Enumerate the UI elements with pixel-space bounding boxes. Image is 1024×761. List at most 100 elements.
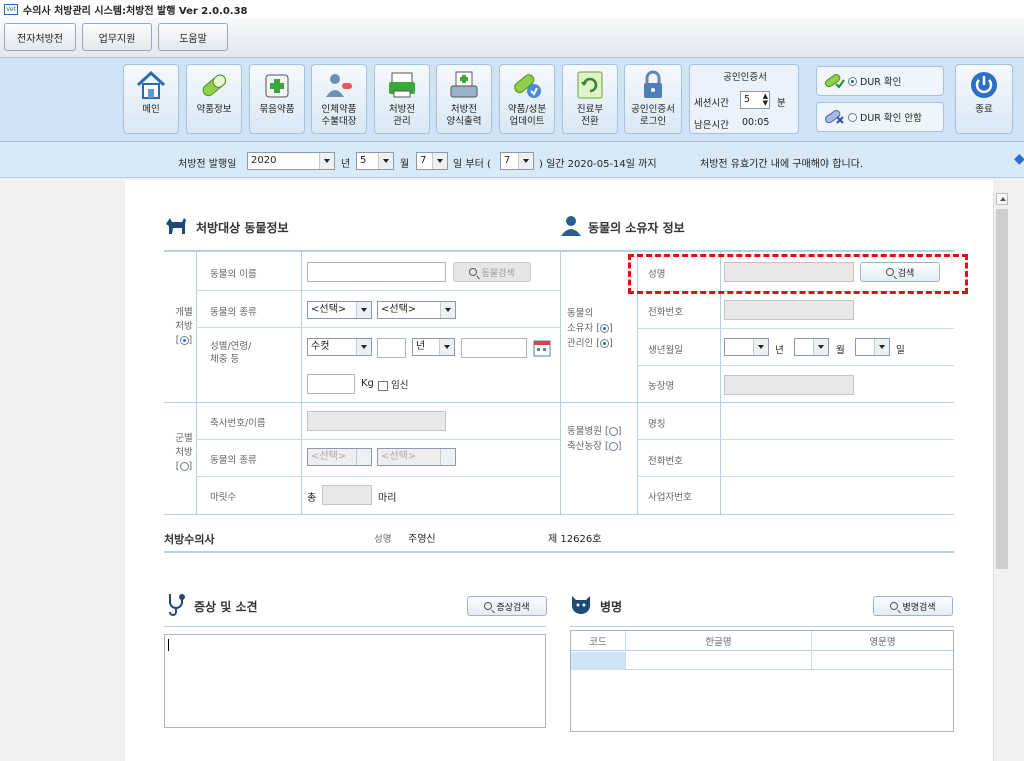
chevron-down-icon [818,345,824,349]
menu-work-support[interactable]: 업무지원 [82,23,152,51]
sex-select[interactable]: 수컷 [307,338,372,356]
birth-month-select[interactable] [794,338,829,356]
vet-name: 주영신 [408,534,436,545]
owner-manager-option[interactable]: 동물의 소유자 [] 관리인 [] [567,306,613,351]
toolbar-prescription-manage-button[interactable]: 처방전 관리 [374,64,430,134]
toolbar-chart-convert-button[interactable]: 진료부 전환 [562,64,618,134]
toolbar-main-button[interactable]: 메인 [123,64,179,134]
collapse-arrow-icon[interactable]: ◆ [1014,151,1024,167]
cert-title: 공인인증서 [723,72,767,83]
chevron-down-icon [361,308,367,312]
issue-date-bar: 처방전 발행일 2020 년 5 월 7 일 부터 ( 7 ) 일간 2020-… [0,142,1024,178]
hospital-option[interactable]: 동물병원 [] 축산농장 [] [567,424,621,454]
count-input[interactable] [322,485,372,505]
owner-section-title: 동물의 소유자 정보 [588,221,685,235]
animal-name-input[interactable] [307,262,446,282]
dur-skip-radio[interactable] [848,112,857,122]
birth-label: 생년월일 [648,345,683,356]
grid-row-selected-cell[interactable] [571,652,625,670]
individual-option[interactable]: 개별 처방[] [172,306,196,348]
session-label: 세션시간 [694,98,729,109]
chevron-down-icon [879,345,885,349]
toolbar-form-print-button[interactable]: 처방전 양식출력 [436,64,492,134]
grid-header-code[interactable]: 코드 [571,631,625,651]
owner-phone-input[interactable] [724,300,854,320]
farm-input[interactable] [307,411,446,431]
search-icon [890,602,899,610]
grid-row-cell[interactable] [625,652,811,670]
menu-e-prescription[interactable]: 전자처방전 [4,23,76,51]
age-input[interactable] [377,338,406,358]
group-radio[interactable] [179,462,189,471]
stethoscope-icon [169,594,185,616]
sex-age-weight-label: 성별/연령/체중 등 [210,341,252,365]
app-logo: Vet [4,3,18,15]
farm-radio[interactable] [608,442,618,451]
group-option[interactable]: 군별 처방[] [172,432,196,474]
spinner-arrows-icon[interactable]: ▲ ▼ [763,93,768,107]
dog-icon [166,218,186,234]
scroll-up-icon[interactable] [996,193,1008,205]
symptom-search-button[interactable]: 증상검색 [467,596,547,616]
pill-icon [202,74,227,97]
symptom-section-title: 증상 및 소견 [194,600,258,614]
pill-update-icon [514,74,541,98]
biz-number-label: 사업자번호 [648,492,692,503]
birth-day-select[interactable] [855,338,890,356]
symptom-textarea[interactable] [164,634,546,728]
owner-phone-label: 전화번호 [648,307,683,318]
home-icon [136,70,166,99]
printer-icon [389,72,415,98]
exit-button[interactable]: 종료 [955,64,1013,134]
group-kind-select-1[interactable]: <선택> [307,448,372,466]
animal-section-title: 처방대상 동물정보 [196,221,289,235]
age-unit-select[interactable]: 년 [412,338,455,356]
animal-kind-select-2[interactable]: <선택> [377,301,456,319]
search-icon [484,602,493,610]
chevron-down-icon [758,345,764,349]
weight-input[interactable] [307,374,355,394]
disease-search-button[interactable]: 병명검색 [873,596,953,616]
refresh-icon [577,71,603,99]
org-phone-label: 전화번호 [648,456,683,467]
grid-header-english[interactable]: 영문명 [811,631,953,651]
calendar-icon[interactable] [533,338,551,358]
form-bottom-border [164,514,954,515]
owner-manager-radio[interactable] [599,324,609,333]
dur-check-option[interactable]: DUR 확인 [816,66,944,96]
group-kind-select-2[interactable]: <선택> [377,448,456,466]
toolbar-drug-info-button[interactable]: 약품정보 [186,64,242,134]
birth-date-input[interactable] [461,338,527,358]
person-icon [561,216,581,236]
birth-year-select[interactable] [724,338,769,356]
scroll-thumb[interactable] [996,209,1008,569]
toolbar-human-drug-ledger-button[interactable]: 인체약품 수불대장 [311,64,367,134]
medkit-icon [265,74,289,98]
animal-kind-label: 동물의 종류 [210,307,257,318]
toolbar-bundle-drug-button[interactable]: 묶음약품 [249,64,305,134]
dur-check-radio[interactable] [848,76,857,86]
animal-kind-select-1[interactable]: <선택> [307,301,372,319]
menu-help[interactable]: 도움말 [158,23,228,51]
dur-skip-option[interactable]: DUR 확인 안함 [816,102,944,132]
vertical-scrollbar[interactable] [993,191,1009,761]
grid-row-cell[interactable] [811,652,953,670]
pregnant-checkbox[interactable]: 임신 [378,377,408,391]
month-select[interactable]: 5 [356,152,394,170]
checkbox-icon[interactable] [378,380,388,391]
owner-manager-radio-2[interactable] [599,339,609,348]
toolbar-drug-update-button[interactable]: 약품/성분 업데이트 [499,64,555,134]
grid-header-korean[interactable]: 한글명 [625,631,811,651]
animal-name-label: 동물의 이름 [210,269,257,280]
farm-name-input[interactable] [724,375,854,395]
toolbar-cert-login-button[interactable]: 공인인증서 로그인 [624,64,682,134]
hospital-radio[interactable] [608,427,618,436]
farm-label: 축사번호/이름 [210,418,266,429]
individual-radio[interactable] [179,336,189,345]
org-name-label: 명칭 [648,419,666,430]
session-spinner[interactable]: 5 ▲ ▼ [740,91,770,109]
day-select[interactable]: 7 [416,152,448,170]
days-select[interactable]: 7 [500,152,534,170]
year-select[interactable]: 2020 [247,152,335,170]
animal-search-button[interactable]: 동물검색 [453,262,531,282]
